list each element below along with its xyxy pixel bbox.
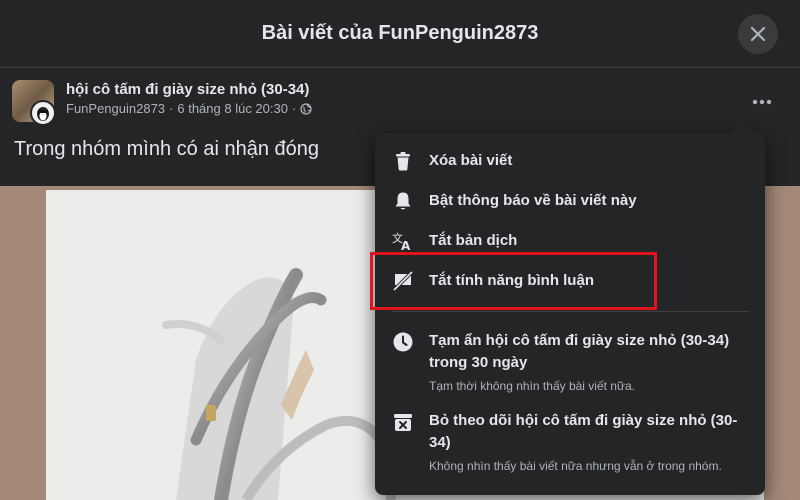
menu-item-turn-off-translation[interactable]: 文 A Tắt bản dịch — [383, 221, 757, 261]
meta-separator: · — [169, 101, 174, 116]
menu-item-turn-off-commenting[interactable]: Tắt tính năng bình luận — [383, 261, 757, 301]
meta-separator-2: · — [291, 101, 297, 116]
menu-item-snooze-group[interactable]: Tạm ẩn hội cô tấm đi giày size nhỏ (30-3… — [383, 322, 757, 402]
globe-icon[interactable] — [300, 103, 312, 115]
author-name-link[interactable]: FunPenguin2873 — [66, 100, 165, 118]
penguin-avatar-icon — [37, 107, 49, 121]
menu-item-label: Tạm ẩn hội cô tấm đi giày size nhỏ (30-3… — [429, 332, 730, 371]
post-sub-meta: FunPenguin2873 · 6 tháng 8 lúc 20:30 · — [66, 100, 312, 118]
group-avatar[interactable] — [12, 80, 56, 126]
more-horizontal-icon — [752, 99, 772, 105]
menu-divider — [391, 311, 749, 312]
dialog-header: Bài viết của FunPenguin2873 — [0, 0, 800, 68]
post-date-link[interactable]: 6 tháng 8 lúc 20:30 — [177, 100, 288, 118]
close-button[interactable] — [738, 14, 778, 54]
menu-item-label: Tắt tính năng bình luận — [429, 272, 594, 289]
post-dialog: Bài viết của FunPenguin2873 hội cô tấm đ… — [0, 0, 800, 500]
menu-item-label: Xóa bài viết — [429, 152, 513, 169]
group-name-link[interactable]: hội cô tấm đi giày size nhỏ (30-34) — [66, 80, 312, 100]
author-avatar[interactable] — [30, 100, 56, 126]
menu-item-description: Không nhìn thấy bài viết nữa nhưng vẫn ở… — [429, 459, 722, 473]
more-options-button[interactable] — [748, 90, 776, 114]
menu-item-description: Tạm thời không nhìn thấy bài viết nữa. — [429, 379, 636, 393]
menu-item-label: Bỏ theo dõi hội cô tấm đi giày size nhỏ … — [429, 412, 738, 451]
close-icon — [750, 26, 766, 42]
clock-icon — [391, 330, 415, 354]
trash-icon — [391, 149, 415, 173]
menu-item-label: Tắt bản dịch — [429, 232, 518, 249]
unfollow-icon — [391, 410, 415, 434]
comment-off-icon — [391, 269, 415, 293]
dialog-title: Bài viết của FunPenguin2873 — [261, 22, 539, 44]
post-options-menu: Xóa bài viết Bật thông báo về bài viết n… — [375, 121, 765, 495]
svg-text:A: A — [401, 239, 411, 251]
translate-icon: 文 A — [391, 229, 415, 253]
menu-item-delete-post[interactable]: Xóa bài viết — [383, 141, 757, 181]
post-header: hội cô tấm đi giày size nhỏ (30-34) FunP… — [12, 80, 312, 128]
menu-item-label: Bật thông báo về bài viết này — [429, 192, 637, 209]
post-meta: hội cô tấm đi giày size nhỏ (30-34) FunP… — [66, 80, 312, 118]
bell-icon — [391, 189, 415, 213]
menu-item-unfollow-group[interactable]: Bỏ theo dõi hội cô tấm đi giày size nhỏ … — [383, 402, 757, 482]
menu-item-turn-on-notifications[interactable]: Bật thông báo về bài viết này — [383, 181, 757, 221]
post-text: Trong nhóm mình có ai nhận đóng — [14, 138, 320, 160]
